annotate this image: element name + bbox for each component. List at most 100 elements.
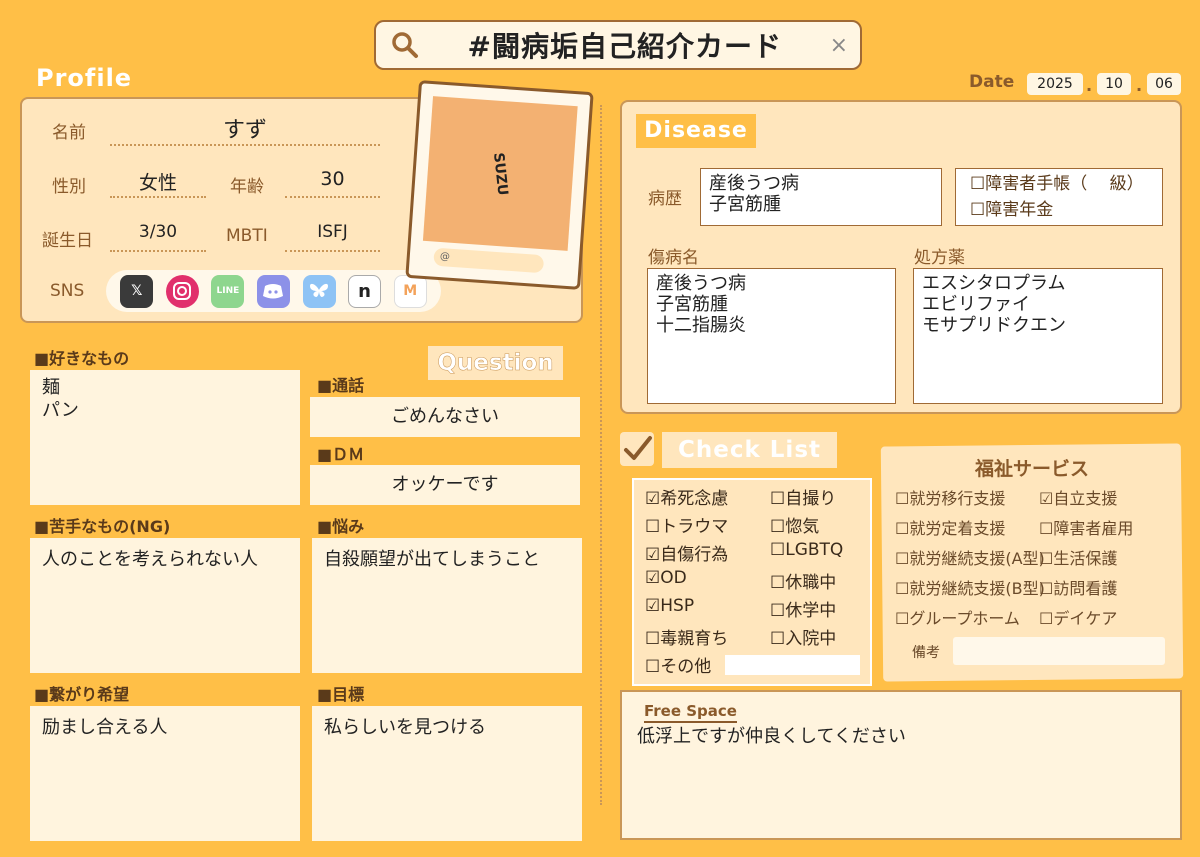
checklist-other-input[interactable] [725, 655, 860, 675]
welfare-item[interactable]: ☐訪問看護 [1039, 575, 1133, 605]
certificate-box[interactable]: ☐障害者手帳（ 級） ☐障害年金 [955, 168, 1163, 226]
date-month[interactable]: 10 [1097, 73, 1131, 95]
call-value[interactable]: ごめんなさい [310, 397, 580, 437]
diagnosis-item: 産後うつ病 [656, 273, 746, 294]
disability-pension-checkbox[interactable]: ☐障害年金 [970, 197, 1148, 223]
medication-label: 処方薬 [914, 248, 965, 268]
goal-label: ■目標 [317, 685, 365, 704]
connect-value[interactable]: 励まし合える人 [30, 706, 300, 841]
dislikes-label: ■苦手なもの(NG) [34, 517, 171, 536]
date-day[interactable]: 06 [1147, 73, 1181, 95]
photo-text: SUZU [490, 151, 511, 196]
diagnosis-item: 十二指腸炎 [656, 315, 746, 336]
likes-value: 麺 [42, 377, 60, 398]
date-label: Date [969, 72, 1015, 92]
x-icon[interactable]: 𝕏 [120, 274, 154, 308]
column-divider [600, 105, 602, 805]
welfare-item[interactable]: ☐生活保護 [1039, 545, 1133, 575]
checklist-col2: ☐自撮り ☐惚気 ☐LGBTQ ☐休職中 ☐休学中 ☐入院中 [770, 484, 843, 652]
name-value[interactable]: すず [110, 112, 380, 146]
welfare-item[interactable]: ☐グループホーム [895, 605, 1045, 635]
age-label: 年齢 [230, 177, 264, 197]
checklist-item[interactable]: ☐休学中 [770, 596, 843, 624]
misskey-icon[interactable]: M [393, 274, 427, 308]
checklist-item[interactable]: ☐入院中 [770, 624, 843, 652]
profile-heading: Profile [36, 64, 133, 92]
name-label: 名前 [52, 123, 86, 143]
line-icon[interactable]: LINE [211, 274, 245, 308]
disease-heading: Disease [644, 118, 748, 143]
welfare-item[interactable]: ☐就労継続支援(B型) [895, 575, 1045, 605]
checklist-item[interactable]: ☐惚気 [770, 512, 843, 540]
search-icon [390, 30, 420, 60]
age-value[interactable]: 30 [285, 168, 380, 198]
free-space-heading: Free Space [644, 702, 737, 723]
birthday-label: 誕生日 [42, 231, 93, 251]
mbti-value[interactable]: ISFJ [285, 222, 380, 252]
sns-label: SNS [50, 281, 85, 301]
close-icon[interactable]: × [830, 33, 848, 58]
sns-icons: 𝕏 LINE n M [106, 270, 441, 312]
date-separator: . [1086, 76, 1093, 95]
profile-photo-frame[interactable]: SUZU @ [405, 80, 594, 290]
instagram-icon[interactable] [165, 274, 199, 308]
diagnosis-label: 傷病名 [648, 248, 699, 268]
checklist-heading-bg: Check List [662, 432, 837, 468]
checklist-item[interactable]: ☑OD [645, 568, 728, 596]
diagnosis-box[interactable]: 産後うつ病 子宮筋腫 十二指腸炎 [647, 268, 896, 404]
welfare-item[interactable]: ☐就労定着支援 [895, 515, 1045, 545]
question-heading: Question [428, 346, 563, 380]
date-separator: . [1136, 76, 1143, 95]
goal-value[interactable]: 私らしいを見つける [312, 706, 582, 841]
history-item: 子宮筋腫 [709, 194, 781, 215]
welfare-item[interactable]: ☑自立支援 [1039, 485, 1133, 515]
photo-handle[interactable]: @ [433, 247, 545, 274]
checklist-item[interactable]: ☐LGBTQ [770, 540, 843, 568]
checklist-item[interactable]: ☐その他 [645, 652, 728, 680]
note-icon[interactable]: n [348, 274, 382, 308]
medication-item: モサプリドクエン [922, 315, 1066, 336]
welfare-item[interactable]: ☐就労継続支援(A型) [895, 545, 1045, 575]
profile-photo: SUZU [422, 96, 578, 251]
call-label: ■通話 [317, 376, 365, 395]
bluesky-icon[interactable] [302, 274, 336, 308]
mbti-label: MBTI [226, 226, 268, 246]
connect-label: ■繋がり希望 [34, 685, 130, 704]
checklist-item[interactable]: ☑HSP [645, 596, 728, 624]
medication-item: エビリファイ [922, 294, 1030, 315]
welfare-note-input[interactable] [953, 637, 1165, 665]
welfare-col1: ☐就労移行支援 ☐就労定着支援 ☐就労継続支援(A型) ☐就労継続支援(B型) ☐グルー… [895, 485, 1045, 635]
gender-value[interactable]: 女性 [110, 168, 206, 198]
birthday-value[interactable]: 3/30 [110, 222, 206, 252]
medication-item: エスシタロプラム [922, 273, 1066, 294]
likes-box[interactable]: 麺 パン [30, 370, 300, 505]
disease-heading-bg: Disease [636, 114, 756, 148]
dm-value[interactable]: オッケーです [310, 465, 580, 505]
checklist-item[interactable]: ☐トラウマ [645, 512, 728, 540]
welfare-col2: ☑自立支援 ☐障害者雇用 ☐生活保護 ☐訪問看護 ☐デイケア [1039, 485, 1133, 635]
checklist-item[interactable]: ☐毒親育ち [645, 624, 728, 652]
medication-box[interactable]: エスシタロプラム エビリファイ モサプリドクエン [913, 268, 1163, 404]
discord-icon[interactable] [256, 274, 290, 308]
worries-label: ■悩み [317, 517, 365, 536]
checklist-col1: ☑希死念慮 ☐トラウマ ☑自傷行為 ☑OD ☑HSP ☐毒親育ち ☐その他 [645, 484, 728, 680]
history-label: 病歴 [648, 189, 682, 209]
diagnosis-item: 子宮筋腫 [656, 294, 728, 315]
checklist-item[interactable]: ☐休職中 [770, 568, 843, 596]
history-box[interactable]: 産後うつ病 子宮筋腫 [700, 168, 942, 226]
checklist-item[interactable]: ☐自撮り [770, 484, 843, 512]
date-year[interactable]: 2025 [1027, 73, 1083, 95]
checklist-item[interactable]: ☑希死念慮 [645, 484, 728, 512]
checklist-item[interactable]: ☑自傷行為 [645, 540, 728, 568]
disability-certificate-checkbox[interactable]: ☐障害者手帳（ 級） [970, 171, 1148, 197]
welfare-item[interactable]: ☐就労移行支援 [895, 485, 1045, 515]
worries-value[interactable]: 自殺願望が出てしまうこと [312, 538, 582, 673]
checkmark-icon [620, 432, 654, 466]
dm-label: ■ＤＭ [317, 445, 365, 464]
welfare-item[interactable]: ☐デイケア [1039, 605, 1133, 635]
likes-value: パン [42, 400, 79, 421]
welfare-item[interactable]: ☐障害者雇用 [1039, 515, 1133, 545]
card-title: #闘病垢自己紹介カード [467, 30, 783, 63]
dislikes-value[interactable]: 人のことを考えられない人 [30, 538, 300, 673]
title-search-bar[interactable]: #闘病垢自己紹介カード × [374, 20, 862, 70]
